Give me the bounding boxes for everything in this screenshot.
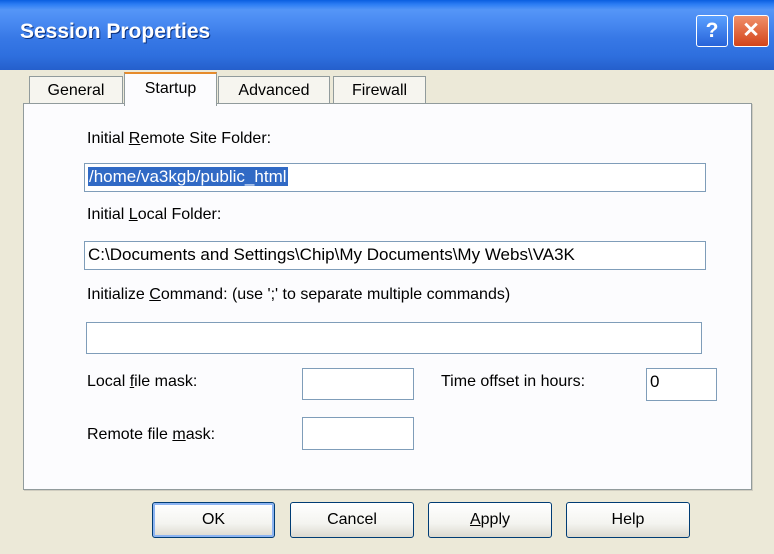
help-question-icon[interactable]: ? xyxy=(696,15,728,47)
tab-startup[interactable]: Startup xyxy=(124,72,217,106)
ok-button[interactable]: OK xyxy=(152,502,275,538)
local-mask-input[interactable] xyxy=(302,368,414,400)
title-bar[interactable]: Session Properties ? ✕ xyxy=(0,0,774,70)
tab-general[interactable]: General xyxy=(29,76,123,104)
remote-folder-value: /home/va3kgb/public_html xyxy=(88,167,288,186)
init-command-input[interactable] xyxy=(86,322,702,354)
init-command-label: Initialize Command: (use ';' to separate… xyxy=(87,286,511,303)
local-mask-label: Local file mask: xyxy=(87,373,198,390)
startup-tab-panel: Initial Remote Site Folder: /home/va3kgb… xyxy=(23,103,752,490)
local-folder-input[interactable]: C:\Documents and Settings\Chip\My Docume… xyxy=(84,241,706,270)
remote-folder-input[interactable]: /home/va3kgb/public_html xyxy=(84,163,706,192)
remote-mask-input[interactable] xyxy=(302,417,414,450)
apply-button[interactable]: Apply xyxy=(428,502,552,538)
session-properties-dialog: Session Properties ? ✕ General Startup A… xyxy=(0,0,774,554)
local-folder-value: C:\Documents and Settings\Chip\My Docume… xyxy=(88,245,575,264)
tab-firewall[interactable]: Firewall xyxy=(333,76,426,104)
local-folder-label: Initial Local Folder: xyxy=(87,206,222,223)
time-offset-input[interactable]: 0 xyxy=(646,368,717,401)
cancel-button[interactable]: Cancel xyxy=(290,502,414,538)
help-button[interactable]: Help xyxy=(566,502,690,538)
remote-folder-label: Initial Remote Site Folder: xyxy=(87,130,272,147)
close-icon[interactable]: ✕ xyxy=(733,15,769,47)
time-offset-label: Time offset in hours: xyxy=(441,373,586,390)
tab-advanced[interactable]: Advanced xyxy=(218,76,330,104)
window-title: Session Properties xyxy=(20,20,211,43)
remote-mask-label: Remote file mask: xyxy=(87,426,216,443)
